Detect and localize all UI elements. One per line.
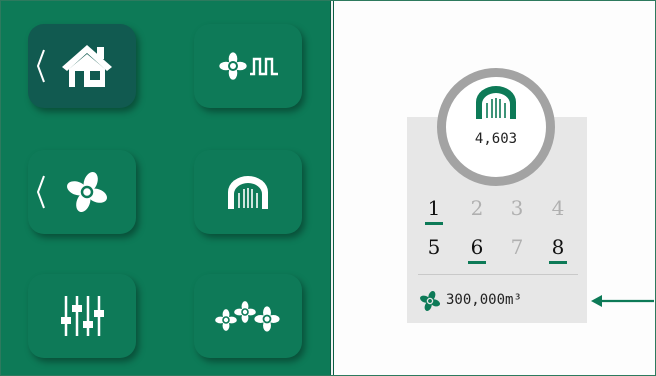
stage-3[interactable]: 3 (505, 196, 529, 220)
stage-label: 2 (470, 196, 484, 220)
home-button[interactable] (28, 24, 136, 108)
stage-underline (425, 222, 443, 225)
home-icon (62, 45, 112, 87)
fan-icon (63, 168, 111, 216)
chevron-left-icon (36, 175, 45, 209)
stage-label: 4 (551, 196, 565, 220)
stage-5[interactable]: 5 (422, 235, 446, 259)
stage-6[interactable]: 6 (465, 235, 489, 264)
airflow-value: 300,000m³ (446, 292, 522, 308)
stage-2[interactable]: 2 (465, 196, 489, 220)
navigation-panel (0, 0, 330, 376)
arrow-left-icon (591, 295, 654, 307)
sliders-button[interactable] (28, 274, 136, 358)
count-value: 4,603 (474, 131, 518, 147)
stage-label: 7 (510, 235, 524, 259)
stage-underline (468, 261, 486, 264)
stage-8[interactable]: 8 (546, 235, 570, 264)
fan-pulse-button[interactable] (194, 24, 302, 108)
stage-label: 5 (427, 235, 441, 259)
stage-1[interactable]: 1 (422, 196, 446, 225)
fan-icon (418, 289, 442, 313)
stage-label: 8 (551, 235, 565, 259)
stage-underline (549, 261, 567, 264)
multi-fan-icon (215, 301, 280, 332)
tunnel-icon (228, 176, 268, 209)
stage-7[interactable]: 7 (505, 235, 529, 259)
stage-label: 6 (470, 235, 484, 259)
sliders-icon (61, 296, 104, 336)
stage-label: 1 (427, 196, 441, 220)
multi-fan-button[interactable] (194, 274, 302, 358)
stage-4[interactable]: 4 (546, 196, 570, 220)
fan-button[interactable] (28, 150, 136, 234)
tunnel-button[interactable] (194, 150, 302, 234)
fan-pulse-icon (219, 52, 278, 80)
card-separator (418, 274, 578, 275)
tunnel-icon (476, 86, 516, 119)
panel-divider (330, 0, 334, 376)
chevron-left-icon (36, 49, 45, 83)
stage-label: 3 (510, 196, 524, 220)
